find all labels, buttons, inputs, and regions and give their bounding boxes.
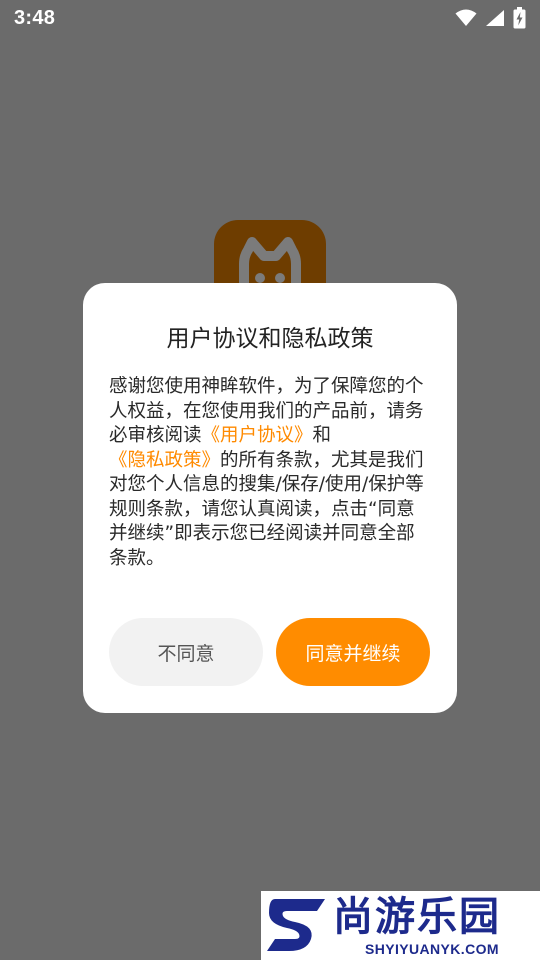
signal-icon — [485, 9, 505, 27]
dialog-body: 感谢您使用神眸软件，为了保障您的个人权益，在您使用我们的产品前，请务必审核阅读《… — [109, 375, 433, 571]
wifi-icon — [455, 9, 477, 27]
watermark-title: 尚游乐园 — [333, 894, 501, 940]
status-icons — [455, 7, 526, 29]
agree-continue-button[interactable]: 同意并继续 — [276, 618, 430, 686]
watermark-logo-icon — [267, 899, 325, 951]
watermark: 尚游乐园 SHYIYUANYK.COM — [261, 891, 540, 960]
dialog-title: 用户协议和隐私政策 — [166, 326, 374, 352]
privacy-policy-link[interactable]: 《隐私政策》 — [109, 450, 220, 471]
privacy-dialog: 用户协议和隐私政策 感谢您使用神眸软件，为了保障您的个人权益，在您使用我们的产品… — [83, 283, 457, 713]
status-bar: 3:48 — [0, 0, 540, 36]
body-text-part2: 和 — [312, 425, 332, 446]
watermark-subtitle: SHYIYUANYK.COM — [365, 941, 499, 957]
user-agreement-link[interactable]: 《用户协议》 — [202, 425, 313, 446]
status-time: 3:48 — [14, 6, 56, 29]
disagree-button[interactable]: 不同意 — [109, 618, 263, 686]
battery-charging-icon — [513, 7, 526, 29]
